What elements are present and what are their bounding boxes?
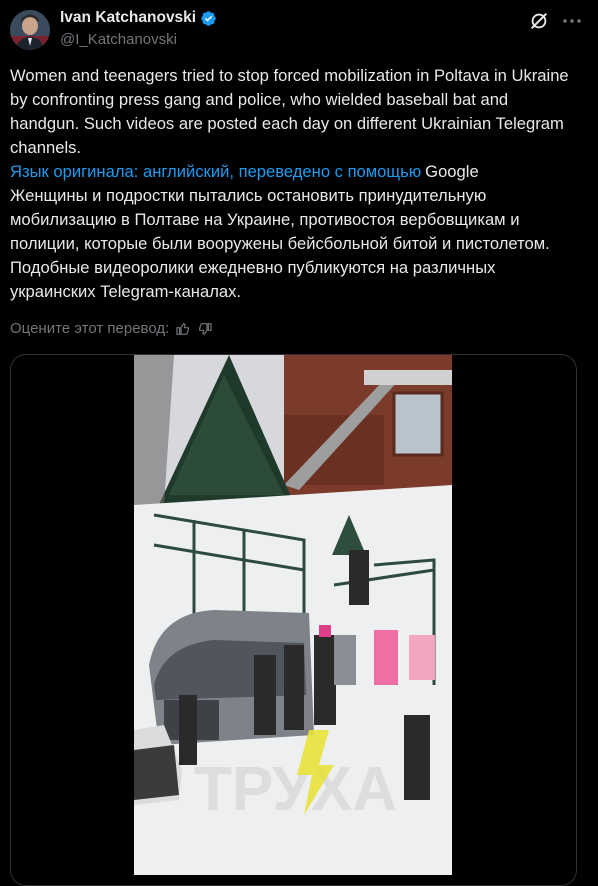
rate-translation: Оцените этот перевод: — [10, 320, 213, 337]
rate-translation-prompt: Оцените этот перевод: — [10, 320, 170, 337]
tweet-body: Women and teenagers tried to stop forced… — [10, 64, 580, 304]
video-frame[interactable]: ТРУХА — [134, 355, 452, 875]
author-handle[interactable]: @I_Katchanovski — [60, 31, 177, 48]
author-name-text[interactable]: Ivan Katchanovski — [60, 9, 196, 27]
author-name[interactable]: Ivan Katchanovski — [60, 9, 217, 27]
thumbs-up-icon[interactable] — [175, 321, 191, 337]
grok-icon[interactable] — [528, 10, 550, 32]
more-options-icon[interactable] — [560, 9, 584, 33]
author-avatar[interactable] — [10, 10, 50, 50]
verified-badge-icon — [201, 10, 216, 26]
avatar-image — [10, 10, 50, 50]
video-watermark: ТРУХА — [194, 755, 397, 824]
tweet-original-text: Women and teenagers tried to stop forced… — [10, 66, 569, 157]
tweet-translated-text: Женщины и подростки пытались остановить … — [10, 186, 550, 301]
google-logo: Google — [425, 162, 479, 181]
thumbs-down-icon[interactable] — [197, 321, 213, 337]
translation-label[interactable]: Язык оригинала: английский, переведено с… — [10, 160, 580, 184]
tweet-media[interactable]: ТРУХА — [10, 354, 577, 886]
translation-label-text[interactable]: Язык оригинала: английский, переведено с… — [10, 160, 421, 184]
